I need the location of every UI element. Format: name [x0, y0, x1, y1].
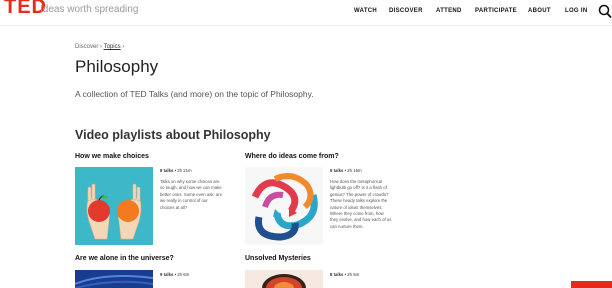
- playlist-thumbnail-interlocking-arrows[interactable]: [245, 167, 323, 245]
- nav-attend[interactable]: ATTEND: [436, 8, 462, 14]
- nav-log-in[interactable]: LOG IN: [565, 8, 587, 14]
- playlist-meta: 8 talks • 2h 21m: [160, 168, 192, 173]
- breadcrumb: Discover › Topics ›: [75, 44, 124, 50]
- page-title: Philosophy: [75, 57, 159, 76]
- playlist-talk-count: 8 talks: [330, 272, 344, 277]
- playlist-description: How does the metaphorical lightbulb go o…: [330, 179, 412, 230]
- playlist-talk-count: 8 talks: [160, 168, 174, 173]
- playlist-description: Talks on why some choices are so tough, …: [160, 179, 242, 211]
- breadcrumb-separator: ›: [122, 44, 125, 50]
- nav-about[interactable]: ABOUT: [528, 8, 551, 14]
- description-line: can nurture them.: [330, 223, 364, 229]
- breadcrumb-topics[interactable]: Topics: [104, 44, 121, 50]
- playlist-thumbnail-hands-fruit[interactable]: [75, 167, 153, 245]
- playlist-duration: • 2h 5m: [343, 272, 360, 277]
- nav-discover[interactable]: DISCOVER: [389, 8, 423, 14]
- playlist-talk-count: 9 talks: [330, 168, 344, 173]
- breadcrumb-discover[interactable]: Discover: [75, 44, 98, 50]
- playlist-duration: • 2h 6m: [173, 272, 190, 277]
- playlist-thumbnail-universe[interactable]: [75, 270, 153, 288]
- page-description: A collection of TED Talks (and more) on …: [75, 89, 314, 99]
- nav-participate[interactable]: PARTICIPATE: [475, 8, 517, 14]
- playlist-duration: • 2h 21m: [173, 168, 192, 173]
- section-title: Video playlists about Philosophy: [75, 128, 271, 142]
- nav-watch[interactable]: WATCH: [354, 8, 377, 14]
- playlist-meta: 9 talks • 2h 16m: [330, 168, 362, 173]
- playlist-duration: • 2h 16m: [343, 168, 362, 173]
- playlist-title[interactable]: How we make choices: [75, 153, 149, 160]
- playlist-meta: 9 talks • 2h 6m: [160, 272, 189, 277]
- tagline: Ideas worth spreading: [40, 4, 139, 15]
- playlist-meta: 8 talks • 2h 5m: [330, 272, 359, 277]
- playlist-talk-count: 9 talks: [160, 272, 174, 277]
- top-navigation-bar: TED Ideas worth spreading WATCH DISCOVER…: [0, 0, 612, 26]
- description-line: choices at all?: [160, 204, 188, 210]
- feedback-tab[interactable]: [571, 281, 612, 288]
- search-icon[interactable]: [598, 3, 612, 19]
- playlist-thumbnail-mysteries[interactable]: [245, 270, 323, 288]
- playlist-title[interactable]: Unsolved Mysteries: [245, 255, 311, 262]
- playlist-title[interactable]: Are we alone in the universe?: [75, 255, 174, 262]
- playlist-title[interactable]: Where do ideas come from?: [245, 153, 339, 160]
- breadcrumb-separator: ›: [100, 44, 103, 50]
